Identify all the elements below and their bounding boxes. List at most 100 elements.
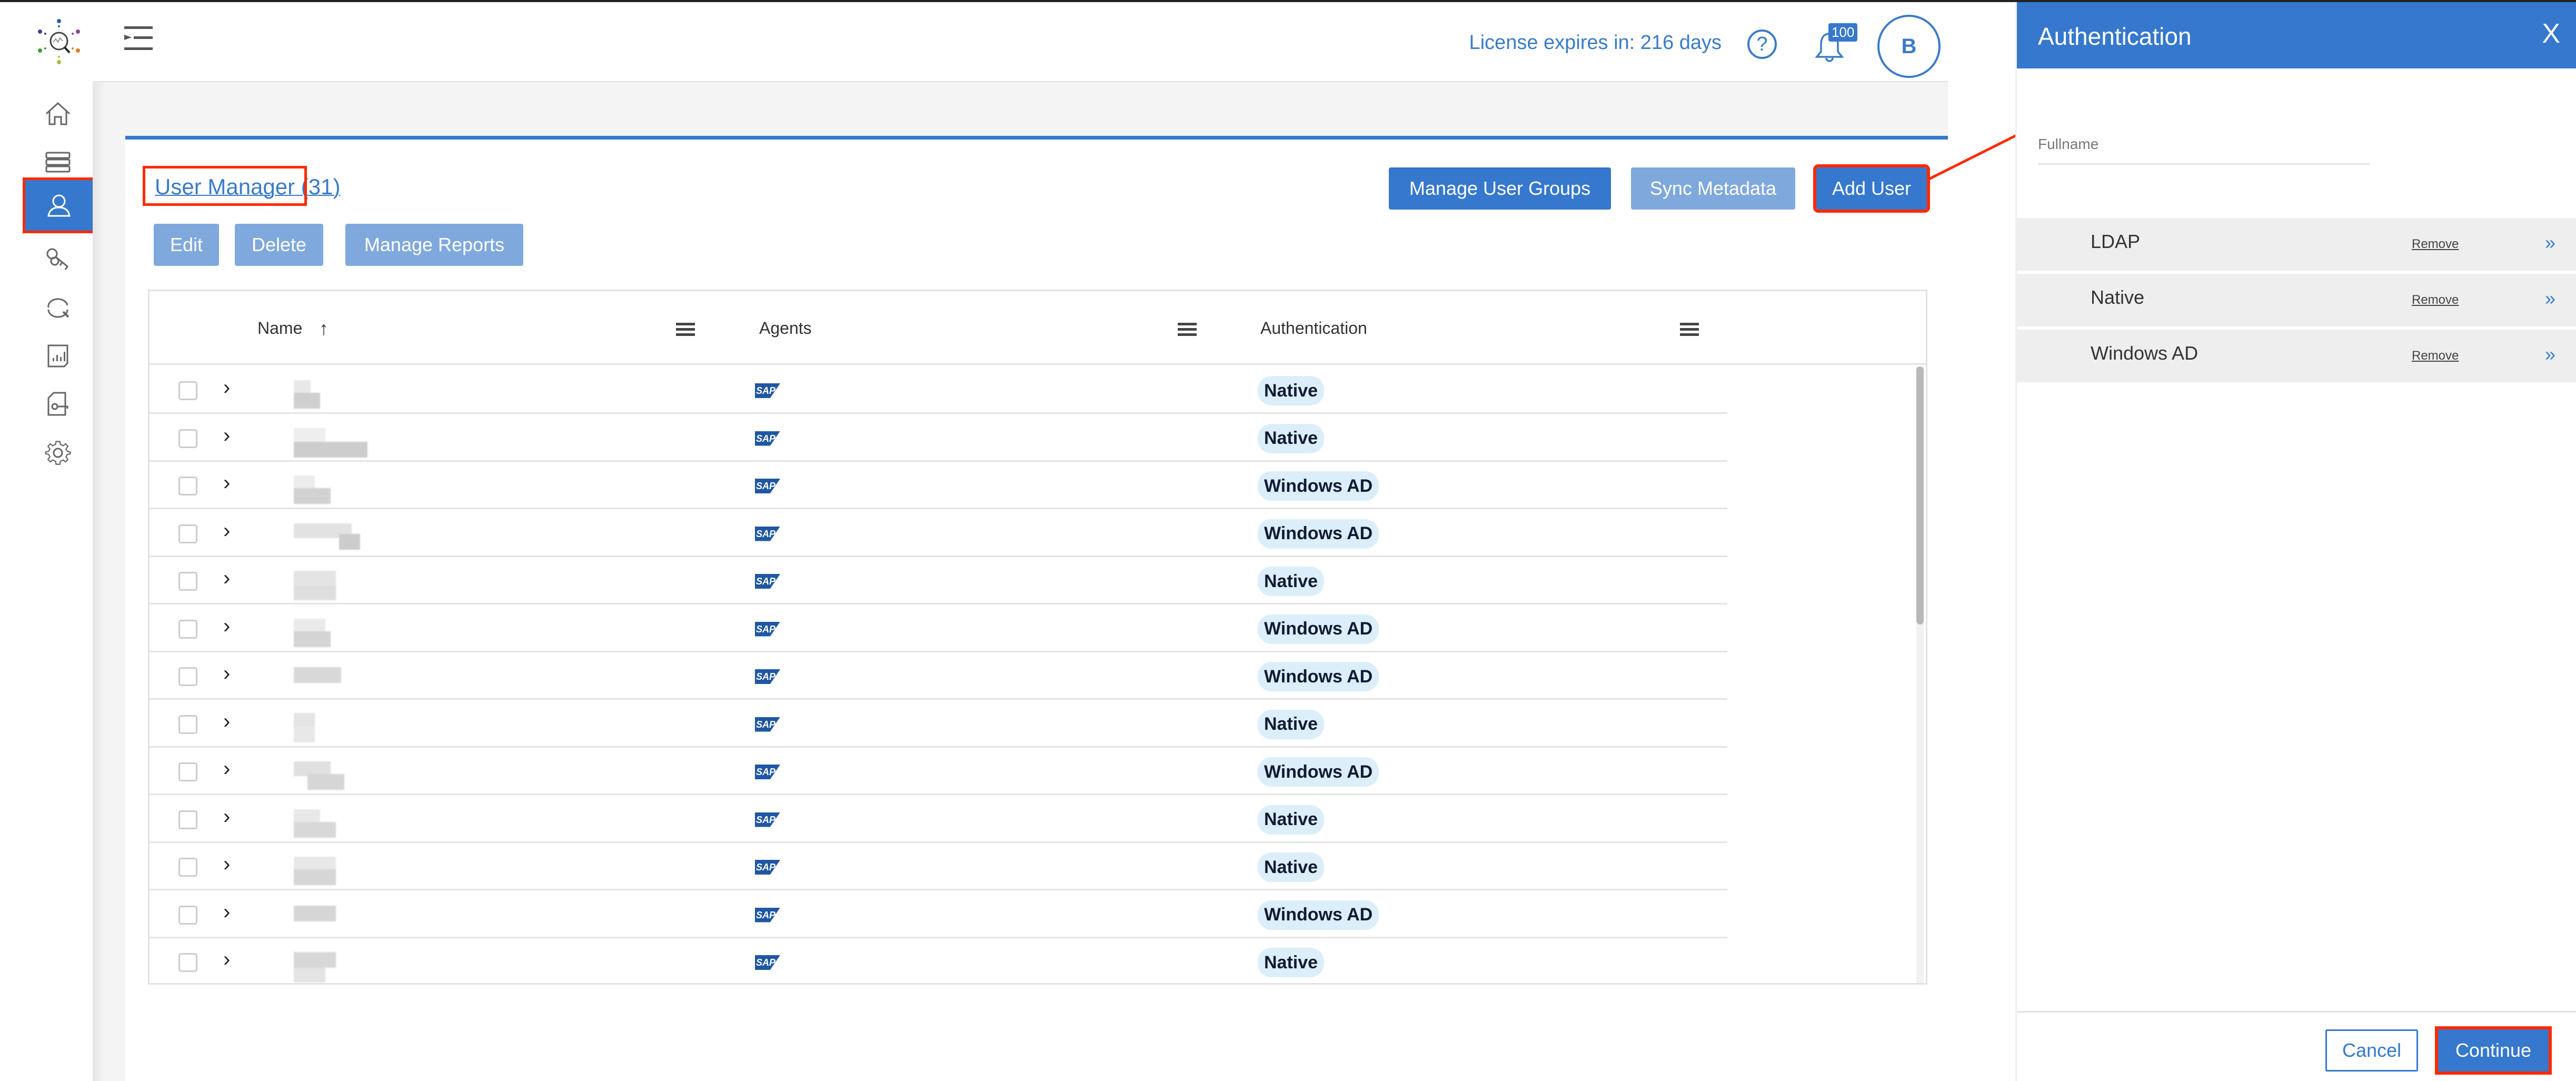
- sidebar-item-settings[interactable]: [36, 431, 80, 475]
- row-checkbox[interactable]: [178, 477, 197, 495]
- fullname-input[interactable]: Fullname: [2038, 136, 2098, 153]
- table-row[interactable]: › SAP Windows AD: [150, 748, 1926, 795]
- scan-refresh-icon: [47, 298, 69, 318]
- double-chevron-right-icon[interactable]: »: [2545, 343, 2555, 365]
- column-header-authentication[interactable]: Authentication: [1260, 319, 1367, 338]
- row-checkbox[interactable]: [178, 524, 197, 543]
- sidebar-item-scan[interactable]: [36, 285, 80, 330]
- panel-header: Authentication X: [2017, 2, 2576, 68]
- row-checkbox[interactable]: [178, 953, 197, 972]
- manage-user-groups-button[interactable]: Manage User Groups: [1389, 167, 1611, 210]
- notifications-button[interactable]: 100: [1814, 23, 1858, 65]
- menu-toggle-button[interactable]: [124, 26, 153, 53]
- edit-button[interactable]: Edit: [154, 224, 219, 266]
- row-checkbox[interactable]: [178, 905, 197, 925]
- collapse-menu-icon: [124, 26, 153, 50]
- auth-badge: Windows AD: [1258, 614, 1379, 644]
- user-avatar[interactable]: B: [1877, 15, 1941, 78]
- user-icon: [47, 194, 71, 217]
- table-row[interactable]: › SAP Windows AD: [150, 510, 1926, 557]
- row-checkbox[interactable]: [178, 572, 197, 591]
- expand-row-icon[interactable]: ›: [223, 662, 230, 686]
- sap-agent-icon: SAP: [755, 431, 780, 446]
- row-checkbox[interactable]: [178, 381, 197, 400]
- table-row[interactable]: › SAP Native: [150, 557, 1926, 604]
- home-icon: [45, 102, 71, 125]
- row-checkbox[interactable]: [178, 429, 197, 448]
- expand-row-icon[interactable]: ›: [223, 710, 230, 733]
- expand-row-icon[interactable]: ›: [223, 948, 230, 971]
- remove-link[interactable]: Remove: [2412, 237, 2459, 252]
- sidebar-item-reports[interactable]: [36, 334, 80, 378]
- auth-method-name: Native: [2091, 286, 2145, 308]
- table-row[interactable]: › SAP Native: [150, 366, 1926, 414]
- row-checkbox[interactable]: [178, 667, 197, 686]
- sap-agent-icon: SAP: [755, 955, 780, 970]
- column-menu-icon[interactable]: [676, 323, 695, 336]
- column-header-agents[interactable]: Agents: [759, 319, 812, 338]
- table-row[interactable]: › SAP Windows AD: [150, 652, 1926, 700]
- table-row[interactable]: › SAP Native: [150, 796, 1926, 843]
- top-bar: License expires in: 216 days ? 100 B: [93, 2, 1948, 82]
- document-key-icon: [47, 392, 68, 416]
- column-menu-icon[interactable]: [1680, 323, 1699, 336]
- sap-agent-icon: SAP: [755, 860, 780, 875]
- table-scrollbar-thumb[interactable]: [1916, 366, 1924, 624]
- expand-row-icon[interactable]: ›: [223, 900, 230, 924]
- expand-row-icon[interactable]: ›: [223, 519, 230, 543]
- double-chevron-right-icon[interactable]: »: [2545, 287, 2555, 310]
- app-logo-icon[interactable]: [36, 18, 82, 65]
- add-user-button[interactable]: Add User: [1813, 164, 1930, 213]
- sort-ascending-icon[interactable]: ↑: [319, 318, 329, 340]
- table-row[interactable]: › SAP Windows AD: [150, 891, 1926, 938]
- expand-row-icon[interactable]: ›: [223, 852, 230, 876]
- sap-agent-icon: SAP: [755, 812, 780, 827]
- row-checkbox[interactable]: [178, 762, 197, 781]
- table-row[interactable]: › SAP Native: [150, 843, 1926, 890]
- sap-agent-icon: SAP: [755, 669, 780, 684]
- row-checkbox[interactable]: [178, 715, 197, 734]
- help-icon[interactable]: ?: [1747, 29, 1777, 59]
- sidebar-item-user-manager[interactable]: [23, 177, 95, 233]
- continue-button[interactable]: Continue: [2435, 1026, 2552, 1075]
- expand-row-icon[interactable]: ›: [223, 424, 230, 448]
- remove-link[interactable]: Remove: [2412, 349, 2459, 363]
- table-row[interactable]: › SAP Native: [150, 938, 1926, 983]
- auth-method-item[interactable]: LDAP Remove »: [2017, 218, 2576, 271]
- expand-row-icon[interactable]: ›: [223, 757, 230, 781]
- column-menu-icon[interactable]: [1178, 323, 1197, 336]
- row-checkbox[interactable]: [178, 810, 197, 829]
- auth-method-item[interactable]: Native Remove »: [2017, 274, 2576, 326]
- table-row[interactable]: › SAP Windows AD: [150, 605, 1926, 652]
- sap-agent-icon: SAP: [755, 574, 780, 589]
- sidebar-item-policies[interactable]: [36, 382, 80, 427]
- auth-badge: Native: [1258, 709, 1325, 739]
- expand-row-icon[interactable]: ›: [223, 471, 230, 495]
- sap-agent-icon: SAP: [755, 765, 780, 779]
- expand-row-icon[interactable]: ›: [223, 805, 230, 829]
- row-checkbox[interactable]: [178, 858, 197, 877]
- expand-row-icon[interactable]: ›: [223, 614, 230, 638]
- auth-badge: Windows AD: [1258, 471, 1379, 501]
- sidebar-item-data-sources[interactable]: [36, 140, 80, 184]
- sidebar-item-home[interactable]: [36, 92, 80, 136]
- remove-link[interactable]: Remove: [2412, 293, 2459, 308]
- sidebar-item-keys[interactable]: [36, 237, 80, 281]
- table-row[interactable]: › SAP Windows AD: [150, 462, 1926, 509]
- column-header-name[interactable]: Name: [257, 319, 302, 338]
- expand-row-icon[interactable]: ›: [223, 567, 230, 590]
- row-checkbox[interactable]: [178, 619, 197, 639]
- sync-metadata-button[interactable]: Sync Metadata: [1631, 167, 1795, 210]
- close-icon[interactable]: X: [2542, 18, 2560, 49]
- sap-agent-icon: SAP: [755, 526, 780, 541]
- cancel-button[interactable]: Cancel: [2325, 1029, 2418, 1072]
- main-content: License expires in: 216 days ? 100 B Use…: [93, 2, 1948, 1081]
- delete-button[interactable]: Delete: [235, 224, 323, 266]
- expand-row-icon[interactable]: ›: [223, 376, 230, 400]
- manage-reports-button[interactable]: Manage Reports: [345, 224, 523, 266]
- table-header: Name ↑ Agents Authentication: [150, 291, 1926, 365]
- table-row[interactable]: › SAP Native: [150, 414, 1926, 462]
- auth-method-item[interactable]: Windows AD Remove »: [2017, 330, 2576, 382]
- table-row[interactable]: › SAP Native: [150, 700, 1926, 748]
- double-chevron-right-icon[interactable]: »: [2545, 232, 2555, 254]
